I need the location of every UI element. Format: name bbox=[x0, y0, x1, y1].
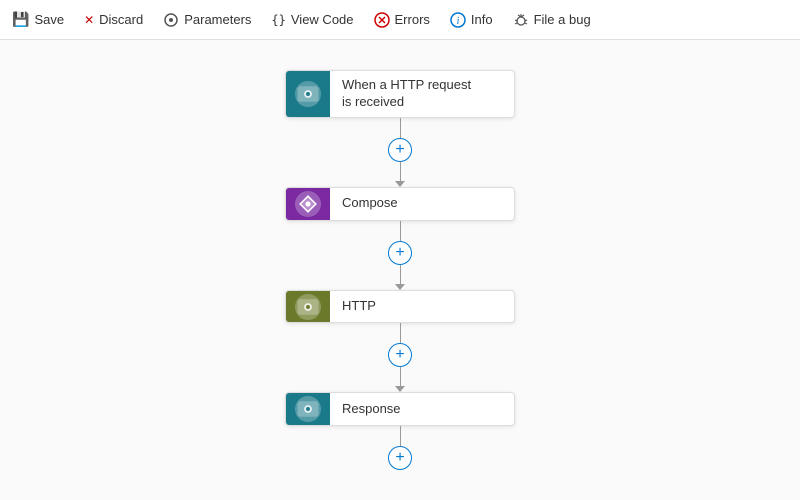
add-step-4-button[interactable]: + bbox=[388, 446, 412, 470]
file-bug-button[interactable]: File a bug bbox=[513, 12, 591, 28]
connector-line bbox=[400, 118, 401, 138]
info-icon: i bbox=[450, 12, 466, 28]
trigger-icon-bar bbox=[286, 71, 330, 117]
connector-arrow bbox=[395, 284, 405, 290]
response-icon-bar bbox=[286, 393, 330, 425]
connector-line bbox=[400, 162, 401, 182]
trigger-icon bbox=[295, 81, 321, 107]
compose-step[interactable]: Compose bbox=[285, 187, 515, 221]
add-step-2-button[interactable]: + bbox=[388, 241, 412, 265]
connector-3: + bbox=[388, 323, 412, 392]
connector-line bbox=[400, 221, 401, 241]
info-button[interactable]: i Info bbox=[450, 12, 493, 28]
add-step-3-button[interactable]: + bbox=[388, 343, 412, 367]
http-icon-bar bbox=[286, 291, 330, 323]
http-title: HTTP bbox=[330, 291, 514, 323]
compose-icon bbox=[295, 191, 321, 217]
parameters-button[interactable]: Parameters bbox=[163, 12, 251, 28]
save-button[interactable]: 💾 Save bbox=[12, 11, 64, 28]
connector-line bbox=[400, 265, 401, 285]
http-icon bbox=[295, 294, 321, 320]
toolbar: 💾 Save ✕ Discard Parameters {} View Code… bbox=[0, 0, 800, 40]
compose-title: Compose bbox=[330, 188, 514, 220]
flow-container: When a HTTP requestis received + Compose bbox=[250, 40, 550, 500]
response-step[interactable]: Response bbox=[285, 392, 515, 426]
connector-line bbox=[400, 323, 401, 343]
parameters-icon bbox=[163, 12, 179, 28]
connector-1: + bbox=[388, 118, 412, 187]
discard-button[interactable]: ✕ Discard bbox=[84, 12, 143, 27]
save-icon: 💾 bbox=[12, 11, 29, 28]
view-code-button[interactable]: {} View Code bbox=[271, 12, 353, 27]
flow-canvas: When a HTTP requestis received + Compose bbox=[0, 40, 800, 500]
connector-2: + bbox=[388, 221, 412, 290]
connector-4: + bbox=[388, 426, 412, 470]
trigger-step[interactable]: When a HTTP requestis received bbox=[285, 70, 515, 118]
http-step[interactable]: HTTP bbox=[285, 290, 515, 324]
view-code-icon: {} bbox=[271, 13, 285, 27]
response-icon bbox=[295, 396, 321, 422]
add-step-1-button[interactable]: + bbox=[388, 138, 412, 162]
compose-icon-bar bbox=[286, 188, 330, 220]
bug-icon bbox=[513, 12, 529, 28]
errors-icon bbox=[374, 12, 390, 28]
errors-button[interactable]: Errors bbox=[374, 12, 430, 28]
discard-icon: ✕ bbox=[84, 13, 94, 27]
svg-text:i: i bbox=[457, 16, 460, 27]
response-title: Response bbox=[330, 393, 514, 425]
connector-line bbox=[400, 426, 401, 446]
trigger-title: When a HTTP requestis received bbox=[330, 71, 514, 117]
connector-line bbox=[400, 367, 401, 387]
